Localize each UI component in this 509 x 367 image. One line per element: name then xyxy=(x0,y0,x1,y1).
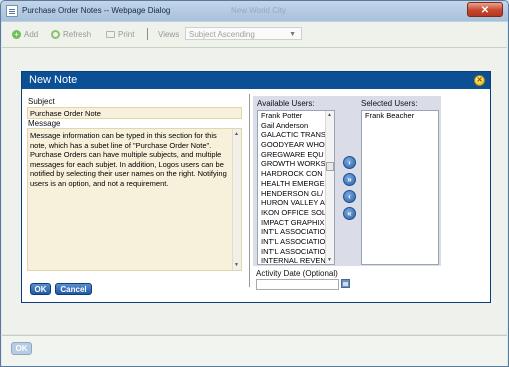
available-users-label: Available Users: xyxy=(257,99,315,108)
available-user-item[interactable]: INT'L ASSOCIATIO xyxy=(258,237,334,247)
add-label: Add xyxy=(24,30,39,39)
available-users-list[interactable]: Frank Potter Gail Anderson GALACTIC TRANS G… xyxy=(257,110,335,265)
calendar-icon[interactable] xyxy=(341,279,350,288)
add-all-users-button[interactable]: » xyxy=(343,173,356,186)
close-icon: ✕ xyxy=(480,5,490,16)
available-user-item[interactable]: IMPACT GRAPHIX xyxy=(258,218,334,228)
available-users-scrollbar[interactable]: ▲ ▼ xyxy=(325,111,334,264)
footer-bar: OK xyxy=(2,335,507,366)
app-icon xyxy=(6,5,18,17)
plus-icon: + xyxy=(12,30,21,39)
remove-all-users-button[interactable]: « xyxy=(343,207,356,220)
print-label: Print xyxy=(118,30,135,39)
print-button[interactable]: Print xyxy=(106,30,134,39)
new-note-panel: New Note ✕ Subject Purchase Order Note M… xyxy=(21,71,491,303)
add-selected-user-button[interactable]: › xyxy=(343,156,356,169)
close-icon[interactable]: ✕ xyxy=(474,75,485,86)
window-close-button[interactable]: ✕ xyxy=(467,2,503,17)
printer-icon xyxy=(106,31,115,38)
refresh-button[interactable]: Refresh xyxy=(51,30,91,39)
refresh-icon xyxy=(51,30,60,39)
selected-user-item[interactable]: Frank Beacher xyxy=(362,111,438,121)
selected-users-label: Selected Users: xyxy=(361,99,418,108)
new-note-header: New Note ✕ xyxy=(22,72,490,89)
available-user-item[interactable]: HEALTH EMERGE xyxy=(258,179,334,189)
dialog-window: Purchase Order Notes -- Webpage Dialog N… xyxy=(0,0,509,367)
scroll-up-icon[interactable]: ▲ xyxy=(327,112,332,118)
available-user-item[interactable]: HENDERSON GL/ xyxy=(258,189,334,199)
available-user-item[interactable]: GROWTH WORKS xyxy=(258,159,334,169)
available-user-item[interactable]: IKON OFFICE SOL xyxy=(258,208,334,218)
remove-selected-user-button[interactable]: ‹ xyxy=(343,190,356,203)
window-title: Purchase Order Notes -- Webpage Dialog xyxy=(22,6,171,15)
vertical-divider xyxy=(249,94,250,287)
message-label: Message xyxy=(28,119,61,128)
activity-date-label: Activity Date (Optional) xyxy=(256,269,338,278)
available-user-item[interactable]: GOODYEAR WHO xyxy=(258,140,334,150)
views-label: Views xyxy=(158,30,180,39)
message-text: Message information can be typed in this… xyxy=(30,131,227,188)
selected-users-list[interactable]: Frank Beacher xyxy=(361,110,439,265)
available-user-item[interactable]: INT'L ASSOCIATIO xyxy=(258,247,334,257)
available-user-item[interactable]: INT'L ASSOCIATIO xyxy=(258,227,334,237)
available-user-item[interactable]: GREGWARE EQU xyxy=(258,150,334,160)
toolbar: + Add Refresh Print Views Subject Ascend… xyxy=(2,22,507,48)
chevron-down-icon: ▼ xyxy=(289,31,296,38)
views-selected-value: Subject Ascending xyxy=(189,30,255,39)
available-user-item[interactable]: HARDROCK CON xyxy=(258,169,334,179)
message-field[interactable]: Message information can be typed in this… xyxy=(27,128,242,271)
scroll-down-icon[interactable]: ▼ xyxy=(234,262,239,268)
scroll-thumb[interactable] xyxy=(326,162,334,171)
toolbar-separator xyxy=(147,28,148,40)
available-user-item[interactable]: INTERNAL REVEN xyxy=(258,256,334,264)
available-user-item[interactable]: Frank Potter xyxy=(258,111,334,121)
available-user-item[interactable]: GALACTIC TRANS xyxy=(258,130,334,140)
background-window-title: New World City xyxy=(231,6,286,15)
views-dropdown[interactable]: Subject Ascending ▼ xyxy=(185,27,302,40)
message-scrollbar[interactable]: ▲ ▼ xyxy=(232,129,241,270)
available-user-item[interactable]: HURON VALLEY A xyxy=(258,198,334,208)
subject-field[interactable]: Purchase Order Note xyxy=(27,107,242,119)
available-user-item[interactable]: Gail Anderson xyxy=(258,121,334,131)
footer-ok-button[interactable]: OK xyxy=(11,342,32,355)
new-note-title: New Note xyxy=(29,74,78,86)
cancel-button[interactable]: Cancel xyxy=(55,283,92,295)
add-button[interactable]: + Add xyxy=(12,30,38,39)
scroll-down-icon[interactable]: ▼ xyxy=(327,257,332,263)
title-bar: Purchase Order Notes -- Webpage Dialog N… xyxy=(1,1,508,21)
activity-date-field[interactable] xyxy=(256,279,339,290)
subject-label: Subject xyxy=(28,97,55,106)
scroll-up-icon[interactable]: ▲ xyxy=(234,131,239,137)
refresh-label: Refresh xyxy=(63,30,92,39)
ok-button[interactable]: OK xyxy=(30,283,51,295)
